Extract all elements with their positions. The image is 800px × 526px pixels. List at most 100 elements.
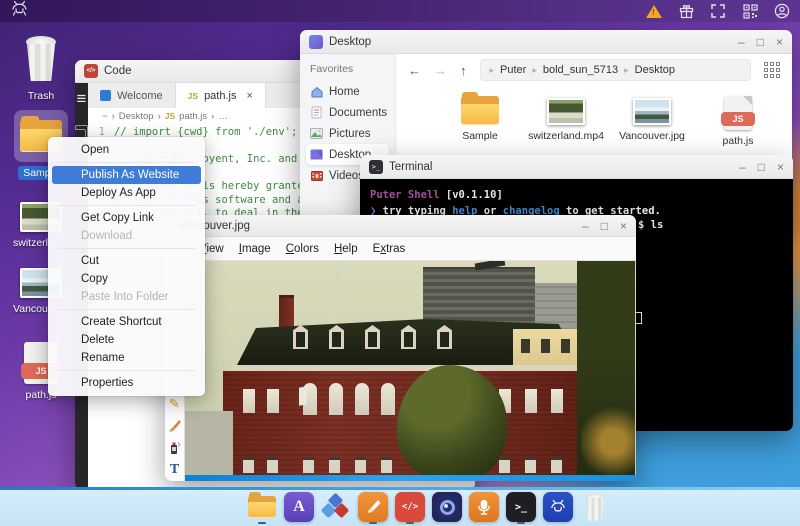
tab-pathjs[interactable]: JS path.js ×: [175, 83, 266, 108]
desktop-icon-label: Trash: [27, 90, 55, 102]
taskbar-trash-icon[interactable]: [580, 492, 610, 522]
photo-tree: [397, 365, 507, 481]
menu-image[interactable]: Image: [239, 243, 271, 255]
grid-view-icon[interactable]: [764, 62, 780, 78]
menu-icon[interactable]: ≡: [77, 89, 87, 109]
photo-water: [185, 475, 636, 481]
breadcrumb-sep-icon: ▸: [624, 64, 629, 75]
menu-help[interactable]: Help: [334, 243, 358, 255]
menu-item-paste-into-folder[interactable]: Paste Into Folder: [52, 288, 201, 306]
image-viewer-window: Vancouver.jpg – □ × View Image Colors He…: [165, 215, 636, 481]
taskbar-files-icon[interactable]: [247, 492, 277, 522]
video-thumbnail-icon: [547, 98, 585, 125]
menu-item-publish-as-website[interactable]: Publish As Website: [52, 166, 201, 184]
js-icon: JS: [187, 90, 199, 101]
file-item-sample[interactable]: Sample: [441, 92, 519, 147]
menu-extras[interactable]: Extras: [373, 243, 406, 255]
image-thumbnail-icon: [633, 98, 671, 125]
menu-item-download[interactable]: Download: [52, 227, 201, 245]
desktop-folder-icon: [309, 34, 323, 49]
forward-icon[interactable]: →: [434, 63, 447, 78]
taskbar-camera-icon[interactable]: [432, 492, 462, 522]
menu-item-delete[interactable]: Delete: [52, 331, 201, 349]
home-icon: [310, 85, 323, 98]
fullscreen-icon[interactable]: [710, 3, 726, 19]
taskbar-blocks-icon[interactable]: [320, 492, 351, 522]
photo-window: [267, 389, 279, 413]
terminal-titlebar[interactable]: >_ Terminal – □ ×: [360, 155, 793, 179]
sidebar-item-home[interactable]: Home: [306, 81, 389, 102]
menu-item-open[interactable]: Open: [52, 141, 201, 159]
taskbar-puter-icon[interactable]: [543, 492, 573, 522]
gift-icon[interactable]: [678, 3, 694, 19]
photo-arched-window: [381, 383, 395, 415]
taskbar-code-icon[interactable]: </>: [395, 492, 425, 522]
tab-welcome[interactable]: Welcome: [88, 83, 176, 108]
spray-tool-icon[interactable]: [166, 441, 183, 457]
photo-wall: [185, 411, 233, 481]
text-tool-icon[interactable]: T: [166, 463, 183, 477]
maximize-icon[interactable]: □: [758, 161, 765, 173]
running-indicator: [369, 521, 377, 524]
image-viewer-titlebar[interactable]: Vancouver.jpg – □ ×: [165, 215, 636, 237]
command-fragment: $ ls: [638, 219, 664, 231]
close-icon[interactable]: ×: [620, 220, 627, 232]
js-file-icon: JS: [721, 96, 755, 130]
taskbar-recorder-icon[interactable]: [469, 492, 499, 522]
warning-icon[interactable]: !: [646, 3, 662, 19]
close-icon[interactable]: ×: [777, 161, 784, 173]
breadcrumb[interactable]: ▸ Puter ▸ bold_sun_5713 ▸ Desktop: [479, 59, 751, 81]
photo-window-lower: [499, 457, 510, 473]
menu-item-cut[interactable]: Cut: [52, 252, 201, 270]
minimize-icon[interactable]: –: [739, 161, 746, 173]
puter-logo-icon[interactable]: [10, 0, 29, 22]
account-icon[interactable]: [774, 3, 790, 19]
menu-item-properties[interactable]: Properties: [52, 374, 201, 392]
menu-item-get-copy-link[interactable]: Get Copy Link: [52, 209, 201, 227]
photo-window-lower: [243, 457, 254, 473]
brush-tool-icon[interactable]: [166, 419, 183, 435]
cursor: [635, 312, 643, 324]
window-title: Code: [104, 65, 132, 77]
file-item-vancouver[interactable]: Vancouver.jpg: [613, 96, 691, 147]
sidebar-item-documents[interactable]: Documents: [306, 102, 389, 123]
trash-icon: [24, 36, 58, 82]
taskbar-text-editor-icon[interactable]: A: [284, 492, 314, 522]
menu-item-create-shortcut[interactable]: Create Shortcut: [52, 313, 201, 331]
file-item-pathjs[interactable]: JS path.js: [699, 96, 777, 147]
maximize-icon[interactable]: □: [757, 36, 764, 48]
pencil-tool-icon[interactable]: ✎: [166, 397, 183, 410]
shell-banner: Puter Shell [v0.1.10]: [370, 189, 503, 201]
taskbar-terminal-icon[interactable]: >_: [506, 492, 536, 522]
up-icon[interactable]: ↑: [460, 63, 467, 78]
file-item-switzerland[interactable]: switzerland.mp4: [527, 96, 605, 147]
maximize-icon[interactable]: □: [601, 220, 608, 232]
back-icon[interactable]: ←: [408, 63, 421, 78]
minimize-icon[interactable]: –: [582, 220, 589, 232]
menu-divider: [58, 309, 195, 310]
navigation-toolbar: ← → ↑ ▸ Puter ▸ bold_sun_5713 ▸ Desktop: [396, 54, 792, 86]
taskbar-paint-icon[interactable]: [358, 492, 388, 522]
top-menubar: !: [0, 0, 800, 22]
app-launcher-icon[interactable]: [210, 492, 240, 522]
menu-divider: [58, 248, 195, 249]
photo-window-lower: [355, 457, 366, 473]
file-manager-titlebar[interactable]: Desktop – □ ×: [300, 30, 792, 54]
menu-item-copy[interactable]: Copy: [52, 270, 201, 288]
menu-divider: [58, 162, 195, 163]
close-tab-icon[interactable]: ×: [246, 90, 252, 102]
photo-window: [243, 389, 255, 413]
menu-divider: [58, 370, 195, 371]
sidebar-item-pictures[interactable]: Pictures: [306, 123, 389, 144]
breadcrumb-sep-icon: ▸: [489, 64, 495, 75]
qr-code-icon[interactable]: [742, 3, 758, 19]
running-indicator: [517, 521, 525, 524]
desktop-icon: [310, 148, 323, 161]
minimize-icon[interactable]: –: [738, 36, 745, 48]
desktop-icon-trash[interactable]: Trash: [9, 33, 73, 103]
menu-colors[interactable]: Colors: [286, 243, 319, 255]
menu-item-rename[interactable]: Rename: [52, 349, 201, 367]
sidebar-header: Favorites: [310, 63, 354, 75]
menu-item-deploy-as-app[interactable]: Deploy As App: [52, 184, 201, 202]
close-icon[interactable]: ×: [776, 36, 783, 48]
